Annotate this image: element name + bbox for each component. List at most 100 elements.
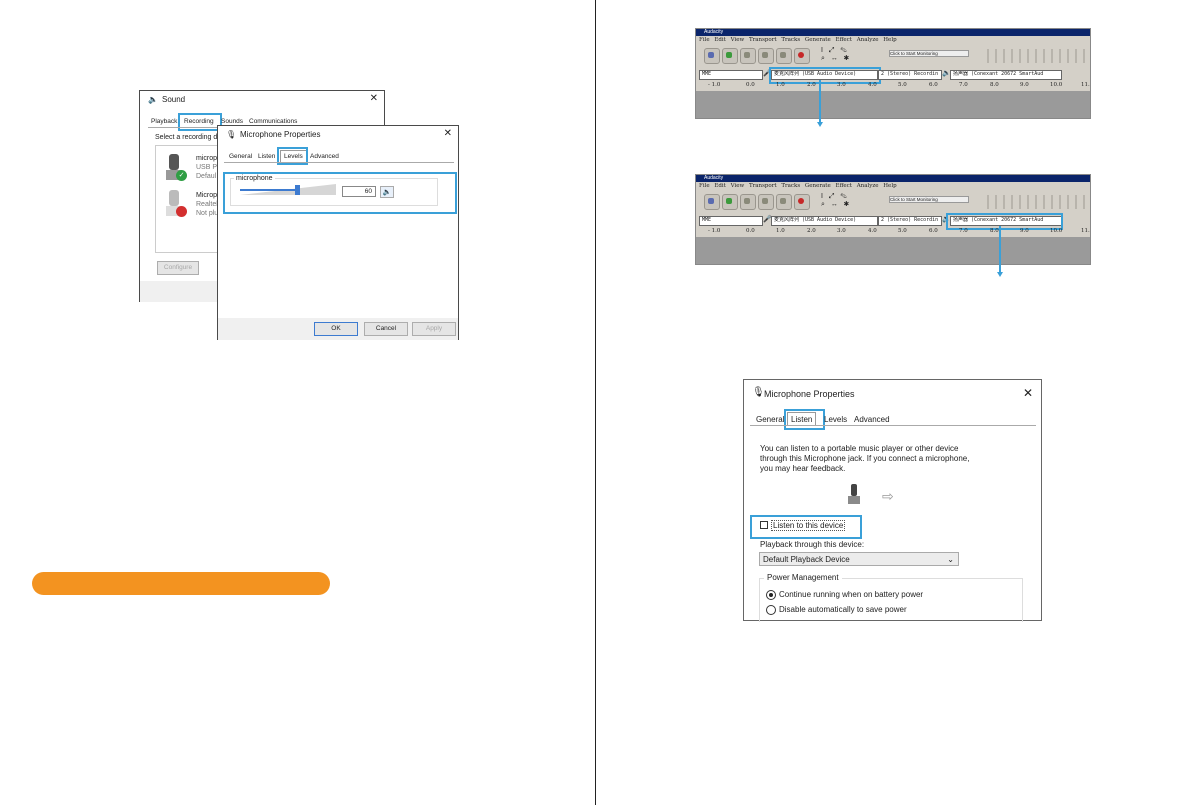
tab-listen[interactable]: Listen	[255, 151, 278, 162]
menu-effect[interactable]: Effect	[835, 37, 851, 43]
mute-speaker-icon[interactable]: 🔈	[380, 186, 394, 198]
menu-effect[interactable]: Effect	[835, 183, 851, 189]
audacity-window-2: Audacity File Edit View Transport Tracks…	[695, 174, 1091, 265]
audacity-window-1: Audacity File Edit View Transport Tracks…	[695, 28, 1091, 119]
listen-checkbox-label[interactable]: Listen to this device	[771, 520, 846, 531]
input-device-select[interactable]: 麦克风阵列 (USB Audio Device)	[771, 216, 878, 226]
mic-properties-listen-dialog: 🎙 Microphone Properties ✕ General Listen…	[743, 379, 1042, 622]
continue-running-radio[interactable]	[766, 590, 776, 600]
ok-button[interactable]: OK	[314, 322, 358, 336]
menu-transport[interactable]: Transport	[749, 183, 777, 189]
timeline-ruler[interactable]: - 1.0 0.0 1.0 2.0 3.0 4.0 5.0 6.0 7.0 8.…	[696, 81, 1090, 90]
device-desc: USB Pr	[196, 164, 220, 171]
check-icon: ✓	[176, 170, 187, 181]
audacity-title: Audacity	[696, 175, 1090, 182]
recording-tab-highlight	[178, 113, 222, 131]
microphone-unplugged-icon	[165, 190, 187, 220]
stop-button[interactable]	[740, 194, 756, 210]
skip-start-button[interactable]	[758, 48, 774, 64]
device-name[interactable]: microp	[196, 155, 217, 162]
menu-bar: File Edit View Transport Tracks Generate…	[699, 183, 897, 189]
host-select[interactable]: MME	[699, 70, 763, 80]
menu-tracks[interactable]: Tracks	[781, 183, 800, 189]
playback-device-value: Default Playback Device	[763, 555, 850, 564]
close-icon[interactable]: ✕	[1023, 386, 1033, 400]
menu-file[interactable]: File	[699, 37, 710, 43]
tab-divider	[224, 162, 454, 163]
menu-tracks[interactable]: Tracks	[781, 37, 800, 43]
tools-icons[interactable]: I ⤢ ✎ ⌕ ↔ ✱	[821, 47, 881, 63]
device-name[interactable]: Microp	[196, 192, 217, 199]
play-button[interactable]	[722, 194, 738, 210]
skip-start-button[interactable]	[758, 194, 774, 210]
continue-running-label[interactable]: Continue running when on battery power	[779, 590, 923, 599]
page-divider	[595, 0, 596, 805]
group-label: microphone	[234, 175, 275, 182]
menu-help[interactable]: Help	[883, 183, 896, 189]
tab-divider	[750, 425, 1036, 426]
unplugged-icon	[176, 206, 187, 217]
section-heading-bar	[32, 572, 330, 595]
menu-analyze[interactable]: Analyze	[857, 37, 879, 43]
monitor-meter[interactable]: Click to Start Monitoring	[889, 196, 969, 203]
menu-analyze[interactable]: Analyze	[857, 183, 879, 189]
arrow-right-icon: ⇨	[882, 488, 894, 504]
cancel-button[interactable]: Cancel	[364, 322, 408, 336]
monitor-meter[interactable]: Click to Start Monitoring	[889, 50, 969, 57]
pause-button[interactable]	[704, 194, 720, 210]
pointer-arrowhead	[997, 272, 1003, 277]
sound-dialog-title: Sound	[162, 95, 186, 104]
menu-generate[interactable]: Generate	[805, 37, 831, 43]
dialog-title: Microphone Properties	[764, 389, 855, 399]
edit-toolbar[interactable]	[981, 195, 1086, 209]
configure-button[interactable]: Configure	[157, 261, 199, 275]
skip-end-button[interactable]	[776, 48, 792, 64]
disable-automatically-radio[interactable]	[766, 605, 776, 615]
listen-description: You can listen to a portable music playe…	[760, 444, 970, 473]
menu-generate[interactable]: Generate	[805, 183, 831, 189]
channels-select[interactable]: 2 (Stereo) Recordin	[878, 216, 942, 226]
tab-advanced[interactable]: Advanced	[307, 151, 342, 162]
track-area[interactable]	[696, 91, 1090, 118]
close-icon[interactable]: ✕	[444, 128, 452, 139]
pointer-arrow	[999, 226, 1001, 272]
stop-button[interactable]	[740, 48, 756, 64]
microphone-icon: 🎙	[752, 387, 765, 398]
disable-automatically-label[interactable]: Disable automatically to save power	[779, 605, 907, 614]
host-select[interactable]: MME	[699, 216, 763, 226]
pause-button[interactable]	[704, 48, 720, 64]
apply-button[interactable]: Apply	[412, 322, 456, 336]
level-value-field[interactable]: 60	[342, 186, 376, 197]
listen-checkbox[interactable]	[760, 521, 768, 529]
channels-select[interactable]: 2 (Stereo) Recordin	[878, 70, 942, 80]
tab-general[interactable]: General	[226, 151, 255, 162]
output-device-select[interactable]: 扬声器 (Conexant 20672 SmartAud	[950, 70, 1062, 80]
menu-view[interactable]: View	[731, 183, 745, 189]
listen-tab-highlight	[784, 409, 825, 430]
instruction-text: Select a recording de	[155, 134, 222, 141]
device-status: Defaul	[196, 173, 217, 180]
menu-file[interactable]: File	[699, 183, 710, 189]
timeline-ruler[interactable]: - 1.0 0.0 1.0 2.0 3.0 4.0 5.0 6.0 7.0 8.…	[696, 227, 1090, 236]
tools-icons[interactable]: I ⤢ ✎ ⌕ ↔ ✱	[821, 193, 881, 209]
edit-toolbar[interactable]	[981, 49, 1086, 63]
dialog-title: Microphone Properties	[240, 130, 321, 139]
play-button[interactable]	[722, 48, 738, 64]
microphone-jack-icon	[848, 484, 860, 506]
menu-view[interactable]: View	[731, 37, 745, 43]
track-area[interactable]	[696, 237, 1090, 264]
menu-transport[interactable]: Transport	[749, 37, 777, 43]
microphone-device-icon: ✓	[165, 154, 187, 184]
power-management-group	[759, 578, 1023, 622]
level-slider[interactable]	[240, 184, 336, 196]
menu-edit[interactable]: Edit	[714, 37, 726, 43]
menu-edit[interactable]: Edit	[714, 183, 726, 189]
playback-device-select[interactable]: Default Playback Device ⌄	[759, 552, 959, 566]
skip-end-button[interactable]	[776, 194, 792, 210]
tab-playback[interactable]: Playback	[148, 116, 180, 127]
record-button[interactable]	[794, 194, 810, 210]
device-status: Not plu	[196, 210, 219, 217]
record-button[interactable]	[794, 48, 810, 64]
menu-help[interactable]: Help	[883, 37, 896, 43]
close-icon[interactable]: ✕	[370, 93, 378, 104]
